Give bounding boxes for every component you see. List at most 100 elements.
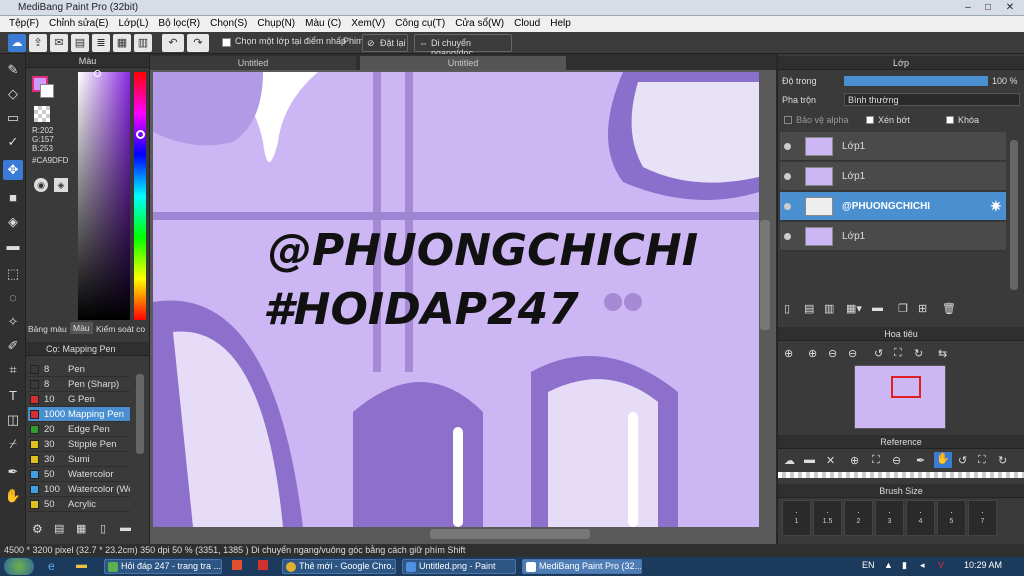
new-1bit-layer-icon[interactable]: ▥ — [824, 302, 834, 315]
brush-item[interactable]: 10 G Pen — [28, 392, 130, 407]
select-layer-checkbox[interactable] — [222, 38, 231, 47]
crop-icon[interactable]: ⌗ — [3, 360, 23, 380]
layer-menu-icon[interactable]: ▦▾ — [846, 302, 862, 315]
task-item-active[interactable]: MediBang Paint Pro (32... — [522, 559, 642, 574]
zoom-in-icon[interactable]: ⊕ — [784, 347, 793, 360]
rotate-right-icon[interactable]: ↻ — [914, 347, 923, 360]
canvas-h-scrollbar[interactable] — [430, 529, 590, 539]
cloud-icon[interactable]: ☁ — [8, 34, 26, 52]
brush-item[interactable]: 50 Acrylic — [28, 497, 130, 512]
saturation-value-picker[interactable] — [78, 72, 130, 320]
move-tool-icon[interactable]: ✥ — [3, 160, 23, 180]
duplicate-layer-icon[interactable]: ❐ — [898, 302, 908, 315]
copy-brush-icon[interactable]: ▯ — [100, 522, 106, 535]
brush-item[interactable]: 100 Watercolor (Wet) — [28, 482, 130, 497]
eye-icon[interactable] — [784, 173, 791, 180]
menu-select[interactable]: Chọn(S) — [205, 16, 252, 32]
brush-item[interactable]: 30 Sumi — [28, 452, 130, 467]
drawing-canvas[interactable]: @PHUONGCHICHI #HOIDAP247 — [153, 72, 759, 527]
brush-size-cell[interactable]: · 5 — [937, 500, 966, 536]
brush-size-cell[interactable]: · 1 — [782, 500, 811, 536]
reference-hand-icon[interactable]: ✋ — [934, 452, 952, 468]
task-item[interactable]: Thẻ mới - Google Chro... — [282, 559, 396, 574]
reset-button[interactable]: ⊘ Đặt lại — [362, 34, 408, 52]
start-button[interactable] — [4, 558, 34, 575]
new-layer-icon[interactable]: ▯ — [784, 302, 790, 315]
reference-close-icon[interactable]: ✕ — [826, 454, 835, 467]
menu-layer[interactable]: Lớp(L) — [114, 16, 154, 32]
layer-row[interactable]: Lớp1 — [780, 162, 1006, 191]
brush-item[interactable]: 8 Pen — [28, 362, 130, 377]
redo-icon[interactable]: ↷ — [187, 34, 209, 52]
antivirus-icon[interactable]: V — [938, 560, 944, 570]
brush-item[interactable]: 20 Edge Pen — [28, 422, 130, 437]
clipping-checkbox[interactable] — [866, 116, 874, 124]
brush-size-cell[interactable]: · 4 — [906, 500, 935, 536]
menu-view[interactable]: Xem(V) — [346, 16, 390, 32]
undo-icon[interactable]: ↶ — [162, 34, 184, 52]
layer-row[interactable]: Lớp1 — [780, 132, 1006, 161]
brush-size-cell[interactable]: · 1.5 — [813, 500, 842, 536]
layer-folder-icon[interactable]: ▬ — [872, 302, 883, 314]
tab-control[interactable]: Kiểm soát co — [96, 324, 145, 334]
eyedropper-icon[interactable]: ⌿ — [3, 434, 23, 454]
network-icon[interactable]: ▮ — [902, 560, 907, 571]
reference-rotate-icon[interactable]: ↺ — [958, 454, 967, 467]
table-icon[interactable]: ▥ — [134, 34, 152, 52]
text-tool-icon[interactable]: T — [3, 386, 23, 406]
close-icon[interactable]: ✕ — [1002, 1, 1018, 14]
reference-open-icon[interactable]: ▬ — [804, 454, 815, 466]
eye-icon[interactable] — [784, 143, 791, 150]
speech-bubble-icon[interactable]: ◫ — [3, 410, 23, 430]
menu-edit[interactable]: Chỉnh sửa(E) — [44, 16, 114, 32]
menu-window[interactable]: Cửa sổ(W) — [450, 16, 509, 32]
hue-slider[interactable] — [134, 72, 146, 320]
gradient-icon[interactable]: ▬ — [3, 236, 23, 256]
brush-menu-icon[interactable]: ▦ — [76, 522, 86, 535]
reference-eyedropper-icon[interactable]: ✒ — [916, 454, 925, 467]
tab-color[interactable]: Màu — [70, 322, 93, 334]
lock-checkbox[interactable] — [946, 116, 954, 124]
reference-zoom-out-icon[interactable]: ⊖ — [892, 454, 901, 467]
brush-size-cell[interactable]: · 3 — [875, 500, 904, 536]
minimize-icon[interactable]: – — [960, 1, 976, 14]
brush-tool-icon[interactable]: ✎ — [3, 60, 23, 80]
reference-fit2-icon[interactable]: ⛶ — [978, 454, 986, 467]
menu-tools[interactable]: Công cụ(T) — [390, 16, 450, 32]
app-icon-3[interactable] — [258, 560, 268, 570]
canvas-v-scrollbar[interactable] — [760, 220, 770, 330]
blend-select[interactable]: Bình thường — [844, 93, 1020, 106]
menu-cloud[interactable]: Cloud — [509, 16, 545, 32]
palette-icon[interactable]: ◉ — [34, 178, 48, 192]
grid-icon[interactable]: ▦ — [113, 34, 131, 52]
merge-layer-icon[interactable]: ⊞ — [918, 302, 927, 315]
select-rect-icon[interactable]: ⬚ — [3, 264, 23, 284]
list-icon[interactable]: ≣ — [92, 34, 110, 52]
zoom-out2-icon[interactable]: ⊖ — [848, 347, 857, 360]
comment-icon[interactable]: ✉ — [50, 34, 68, 52]
zoom-in2-icon[interactable]: ⊕ — [808, 347, 817, 360]
select-pen-icon[interactable]: ✐ — [3, 336, 23, 356]
add-brush-icon[interactable]: ⚙ — [32, 522, 43, 536]
move-mode-button[interactable]: ⇔ Di chuyển ngang/dọc — [414, 34, 512, 58]
brush-size-cell[interactable]: · 7 — [968, 500, 997, 536]
rotate-left-icon[interactable]: ↺ — [874, 347, 883, 360]
navigator-viewport[interactable] — [891, 376, 921, 398]
eraser-tool-icon[interactable]: ◇ — [3, 84, 23, 104]
brush-item[interactable]: 8 Pen (Sharp) — [28, 377, 130, 392]
sv-cursor[interactable] — [94, 70, 101, 77]
volume-icon[interactable]: ◂ — [920, 560, 925, 571]
language-indicator[interactable]: EN — [862, 560, 875, 570]
zoom-out-icon[interactable]: ⊖ — [828, 347, 837, 360]
bucket-icon[interactable]: ◈ — [3, 212, 23, 232]
maximize-icon[interactable]: □ — [980, 1, 996, 14]
reference-zoom-in-icon[interactable]: ⊕ — [850, 454, 859, 467]
eyedropper2-icon[interactable]: ✒ — [3, 462, 23, 482]
rect-tool-icon[interactable]: ▭ — [3, 108, 23, 128]
doc-icon[interactable]: ▤ — [71, 34, 89, 52]
opacity-slider[interactable] — [844, 76, 988, 86]
brush-size-cell[interactable]: · 2 — [844, 500, 873, 536]
navigator-preview[interactable] — [854, 365, 946, 429]
menu-capture[interactable]: Chụp(N) — [252, 16, 300, 32]
new-halftone-layer-icon[interactable]: ▤ — [804, 302, 814, 315]
